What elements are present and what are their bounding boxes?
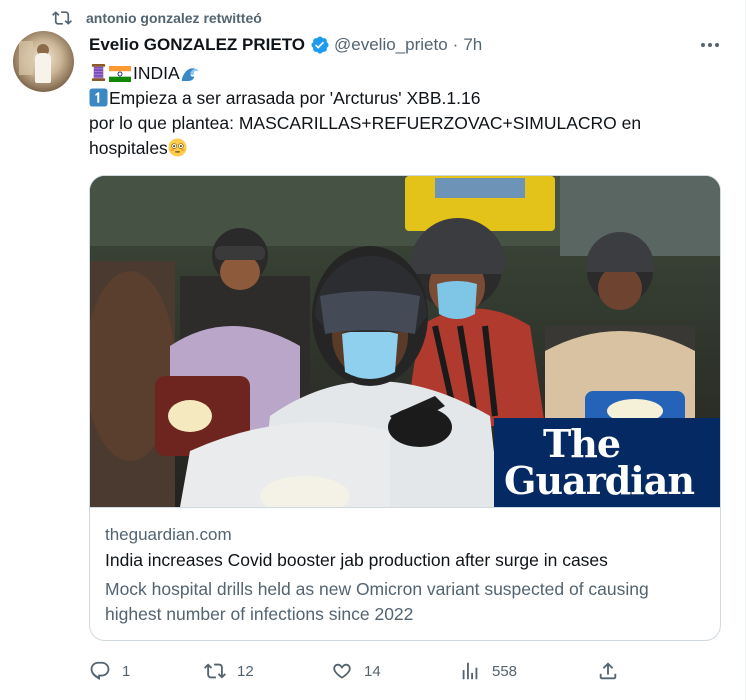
keycap-one-icon bbox=[89, 88, 108, 107]
like-count: 14 bbox=[364, 662, 381, 680]
tweet-line-3: por lo que plantea: MASCARILLAS+REFUERZO… bbox=[89, 113, 642, 133]
views-count: 558 bbox=[492, 662, 518, 680]
separator-dot: · bbox=[452, 35, 459, 54]
retweet-button[interactable]: 12 bbox=[204, 655, 254, 687]
wave-icon bbox=[181, 68, 198, 82]
avatar[interactable] bbox=[13, 31, 74, 92]
india-flag-icon bbox=[109, 66, 131, 82]
tweet-header: Evelio GONZALEZ PRIETO @evelio_prieto · … bbox=[89, 33, 482, 57]
like-button[interactable]: 14 bbox=[331, 655, 381, 687]
retweet-context[interactable]: antonio gonzalez retwitteó bbox=[52, 7, 262, 29]
timestamp[interactable]: 7h bbox=[463, 35, 482, 55]
share-button[interactable] bbox=[597, 655, 619, 687]
tweet-line-4: hospitales bbox=[89, 136, 719, 161]
tweet-actions: 1 12 14 558 bbox=[89, 655, 721, 687]
flushed-face-icon bbox=[168, 138, 187, 157]
author-name[interactable]: Evelio GONZALEZ PRIETO bbox=[89, 35, 305, 55]
retweet-count: 12 bbox=[237, 662, 254, 680]
heart-icon bbox=[333, 663, 351, 679]
reply-icon bbox=[90, 661, 110, 680]
thread-icon bbox=[91, 63, 106, 82]
retweet-icon bbox=[52, 11, 72, 25]
card-domain: theguardian.com bbox=[105, 525, 232, 544]
card-image[interactable]: The Guardian bbox=[90, 176, 720, 507]
views-icon bbox=[462, 662, 478, 680]
tweet-text-line-2: Empieza a ser arrasada por 'Arcturus' XB… bbox=[109, 88, 481, 108]
link-card[interactable]: The Guardian theguardian.com India incre… bbox=[89, 175, 721, 641]
share-icon bbox=[599, 662, 617, 680]
logo-line-2: Guardian bbox=[504, 458, 695, 503]
tweet-india-text: INDIA bbox=[133, 63, 180, 83]
tweet-line-1: INDIA bbox=[89, 61, 719, 86]
reply-count: 1 bbox=[122, 662, 131, 680]
tweet-line-2: Empieza a ser arrasada por 'Arcturus' XB… bbox=[89, 86, 719, 111]
views-button[interactable]: 558 bbox=[459, 655, 517, 687]
tweet-text-line-4: hospitales bbox=[89, 138, 168, 158]
retweet-action-icon bbox=[204, 663, 226, 679]
reply-button[interactable]: 1 bbox=[89, 655, 130, 687]
author-handle[interactable]: @evelio_prieto bbox=[334, 35, 448, 55]
card-title[interactable]: India increases Covid booster jab produc… bbox=[105, 550, 608, 571]
card-divider bbox=[90, 507, 720, 508]
more-options-icon[interactable] bbox=[698, 36, 722, 54]
verified-badge-icon bbox=[311, 36, 329, 54]
tweet-text: INDIA Empieza a ser arrasada por 'Arctur… bbox=[89, 61, 719, 161]
card-description: Mock hospital drills held as new Omicron… bbox=[105, 579, 649, 624]
guardian-logo: The Guardian bbox=[494, 418, 720, 507]
retweet-label: antonio gonzalez retwitteó bbox=[86, 10, 262, 26]
